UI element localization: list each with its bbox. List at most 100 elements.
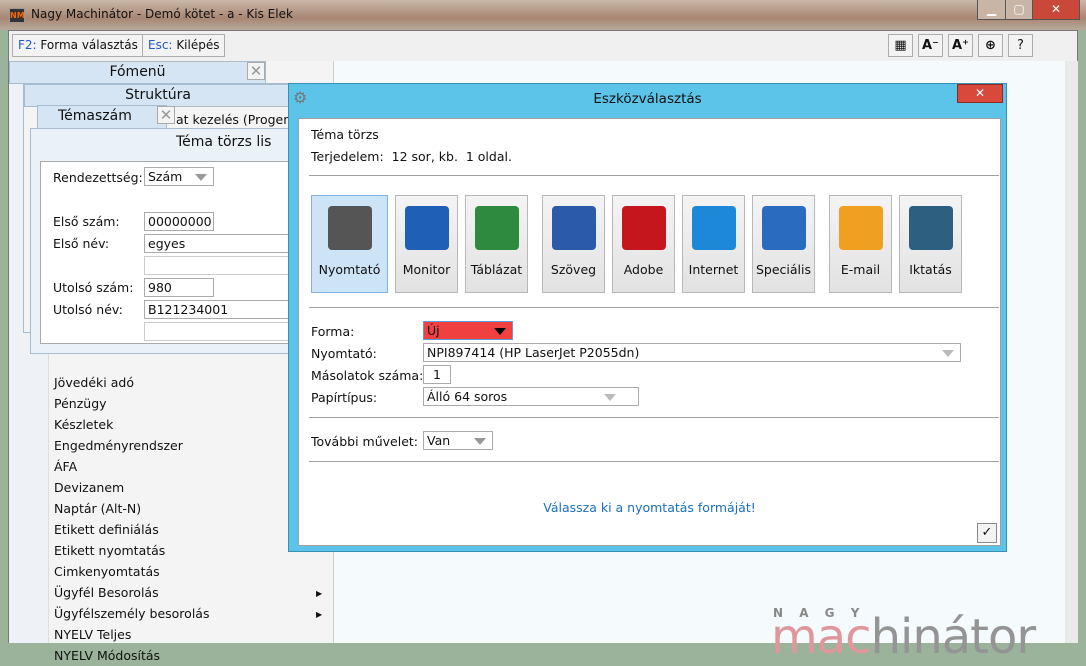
chevron-down-icon: [604, 394, 616, 401]
utolso-nev-label: Utolsó név:: [53, 302, 123, 317]
help-button[interactable]: ?: [1008, 34, 1033, 57]
nyomtato-select[interactable]: NPI897414 (HP LaserJet P2055dn): [423, 343, 961, 362]
forma-valasztas-button[interactable]: F2: Forma választás: [12, 34, 144, 57]
email-icon: [838, 206, 883, 250]
shortcut-key: Esc:: [148, 38, 173, 52]
menu-item[interactable]: Jövedéki adó: [54, 372, 134, 393]
tema-torzs-lista-panel: Téma törzs lis Rendezettség: Szám Első s…: [30, 128, 314, 354]
tool-label: Monitor: [402, 262, 451, 277]
button-label: Kilépés: [176, 38, 220, 52]
minimize-button[interactable]: ▁: [977, 0, 1006, 20]
menu-item[interactable]: Etikett definiálás: [54, 519, 159, 540]
nyomtato-label: Nyomtató:: [311, 346, 377, 361]
close-window-button[interactable]: ✕: [1032, 0, 1080, 20]
tool-label: Táblázat: [470, 262, 523, 277]
brand-logo: machinátor: [771, 609, 1037, 665]
kilepes-button[interactable]: Esc: Kilépés: [142, 34, 226, 57]
tool-file-cabinet-button[interactable]: Iktatás: [899, 195, 962, 293]
vertical-scrollbar[interactable]: [1065, 61, 1078, 643]
elso-szam-input[interactable]: 00000000: [144, 212, 214, 231]
chevron-down-icon: [195, 174, 207, 181]
select-value: Új: [427, 323, 440, 338]
navigate-icon[interactable]: ⊕: [978, 34, 1003, 57]
menu-item[interactable]: Cimkenyomtatás: [54, 561, 160, 582]
elso-nev-label: Első név:: [53, 236, 110, 251]
close-icon[interactable]: ✕: [157, 106, 175, 124]
font-larger-button[interactable]: A⁺: [948, 34, 973, 57]
tool-label: Szöveg: [550, 262, 597, 277]
tool-adobe-button[interactable]: Adobe: [612, 195, 675, 293]
maximize-button[interactable]: ▢: [1005, 0, 1033, 20]
tool-monitor-button[interactable]: Monitor: [395, 195, 458, 293]
subject-label: Téma törzs: [311, 127, 379, 142]
menu-item[interactable]: Devizanem: [54, 477, 124, 498]
extent-value: 12 sor, kb. 1 oldal.: [391, 149, 512, 164]
chevron-down-icon: [494, 328, 506, 335]
word-icon: [551, 206, 596, 250]
tool-label: Adobe: [623, 262, 664, 277]
menu-item[interactable]: Pénzügy: [54, 393, 107, 414]
menu-item[interactable]: NYELV Módosítás: [54, 645, 160, 666]
forma-select[interactable]: Új: [423, 321, 513, 340]
panel-title: Téma törzs lis: [176, 134, 272, 150]
divider: [309, 461, 999, 462]
eszkozvalasztas-dialog: ⚙ Eszközválasztás ✕ Téma törzs Terjedele…: [288, 83, 1007, 552]
tool-label: Nyomtató: [318, 262, 381, 277]
select-value: NPI897414 (HP LaserJet P2055dn): [427, 345, 640, 360]
chevron-down-icon: [474, 438, 486, 445]
menu-item[interactable]: Ügyfélszemély besorolás: [54, 603, 209, 624]
file-cabinet-icon: [908, 206, 953, 250]
utolso-szam-input[interactable]: 980: [144, 278, 214, 297]
title-bar: NM Nagy Machinátor - Demó kötet - a - Ki…: [0, 0, 1086, 30]
close-dialog-button[interactable]: ✕: [957, 84, 1003, 103]
menu-item[interactable]: ÁFA: [54, 456, 77, 477]
shortcut-key: F2:: [18, 38, 37, 52]
struktura-row[interactable]: at kezelés (Progen): [176, 112, 296, 127]
tool-label: Iktatás: [909, 262, 952, 277]
forma-label: Forma:: [311, 324, 355, 339]
tool-excel-button[interactable]: Táblázat: [465, 195, 528, 293]
close-icon[interactable]: ✕: [247, 62, 265, 80]
brand-logo-left: mac: [771, 609, 872, 665]
tool-printer-button[interactable]: Nyomtató: [311, 195, 388, 293]
papirtipus-select[interactable]: Álló 64 soros: [423, 387, 639, 406]
rendezettseg-select[interactable]: Szám: [144, 167, 214, 186]
struktura-header: Struktúra: [24, 84, 292, 107]
menu-item[interactable]: Készletek: [54, 414, 113, 435]
elso-szam-label: Első szám:: [53, 214, 120, 229]
tool-internet-explorer-button[interactable]: Internet: [682, 195, 745, 293]
tovabbi-muvelet-select[interactable]: Van: [423, 431, 493, 450]
menu-item[interactable]: Etikett nyomtatás: [54, 540, 165, 561]
select-value: Szám: [148, 169, 183, 184]
adobe-icon: [621, 206, 666, 250]
button-label: Forma választás: [40, 38, 138, 52]
menu-item[interactable]: Naptár (Alt-N): [54, 498, 141, 519]
chevron-down-icon: [942, 350, 954, 357]
utolso-szam-label: Utolsó szám:: [53, 280, 134, 295]
extent-text: Terjedelem: 12 sor, kb. 1 oldal.: [311, 149, 512, 164]
masolatok-label: Másolatok száma:: [311, 368, 424, 383]
tool-email-button[interactable]: E-mail: [829, 195, 892, 293]
excel-icon: [474, 206, 519, 250]
app-logo-icon: NM: [9, 8, 25, 23]
masolatok-input[interactable]: 1: [423, 365, 451, 384]
dialog-title: Eszközválasztás: [593, 91, 702, 107]
font-smaller-button[interactable]: A⁻: [918, 34, 943, 57]
brand-logo-right: hinátor: [870, 609, 1037, 665]
menu-item[interactable]: Engedményrendszer: [54, 435, 183, 456]
tool-special-monitor-button[interactable]: Speciális: [752, 195, 815, 293]
printer-icon: [327, 206, 372, 250]
tool-word-button[interactable]: Szöveg: [542, 195, 605, 293]
submenu-arrow-icon: ▶: [316, 610, 323, 619]
dialog-content: Téma törzs Terjedelem: 12 sor, kb. 1 old…: [298, 118, 1001, 546]
extent-label: Terjedelem:: [311, 149, 384, 164]
special-monitor-icon: [761, 206, 806, 250]
temaszam-header: Témaszám: [37, 105, 167, 129]
hint-message: Válassza ki a nyomtatás formáját!: [543, 500, 756, 515]
ok-button[interactable]: ✓: [977, 523, 997, 543]
menu-item[interactable]: NYELV Teljes: [54, 624, 131, 645]
tile-windows-button[interactable]: ▦: [888, 34, 913, 57]
internet-explorer-icon: [691, 206, 736, 250]
papirtipus-label: Papírtípus:: [311, 390, 378, 405]
menu-item[interactable]: Ügyfél Besorolás: [54, 582, 159, 603]
